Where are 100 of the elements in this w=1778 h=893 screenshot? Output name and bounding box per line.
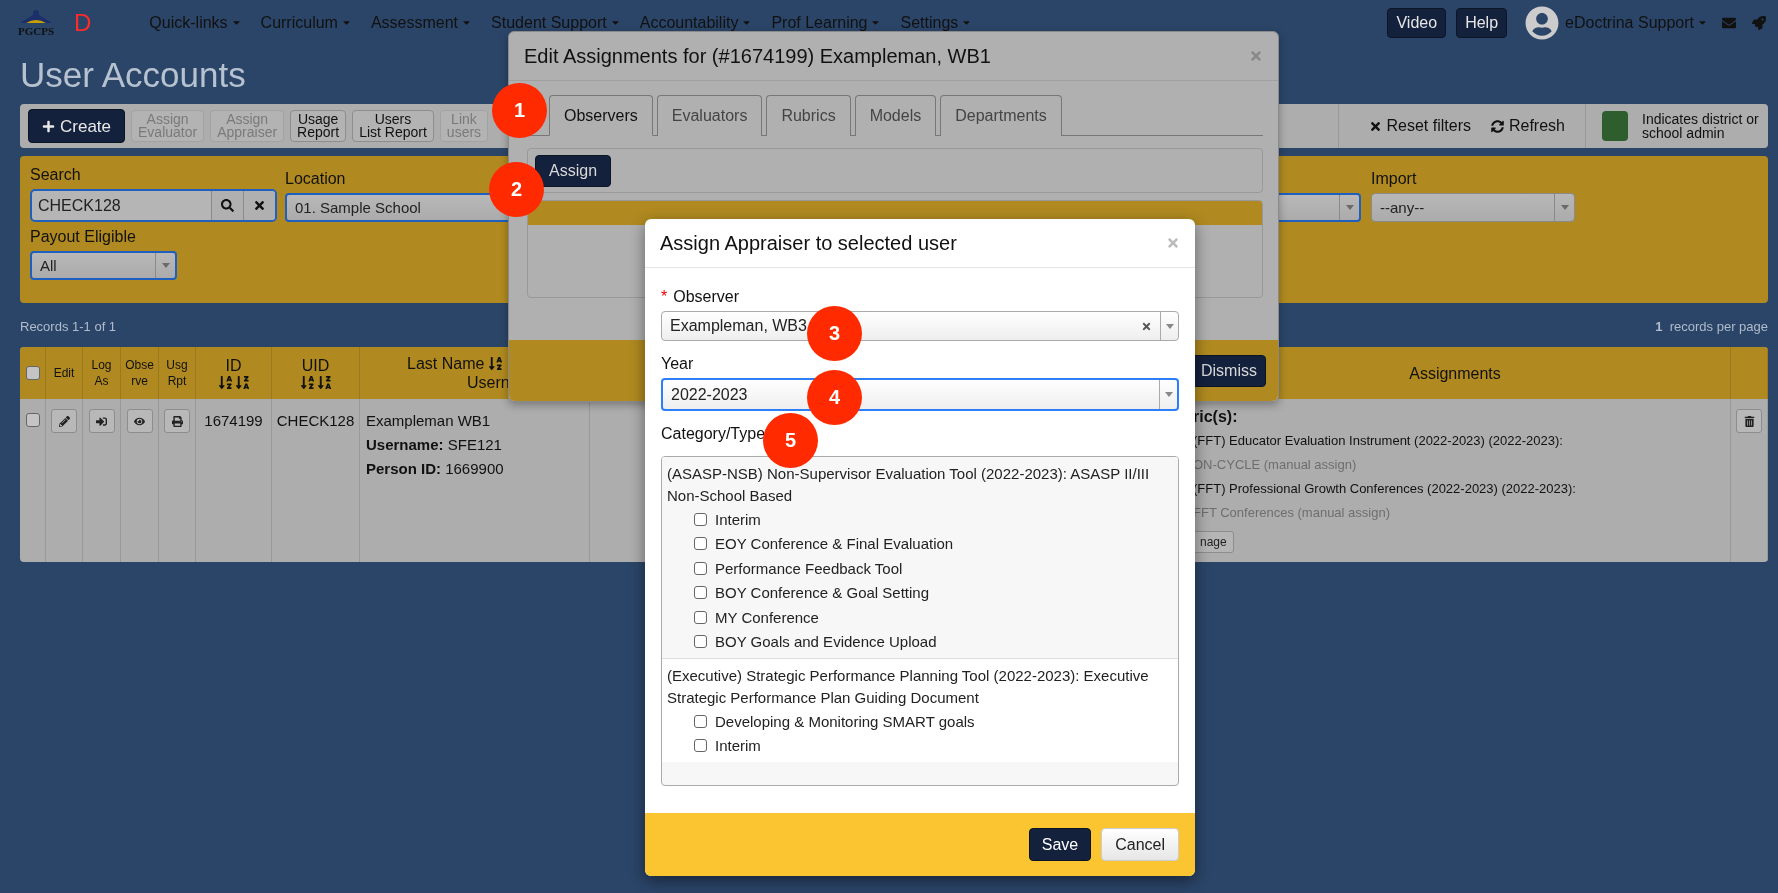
close-icon bbox=[253, 199, 266, 212]
required-mark: * bbox=[661, 288, 668, 306]
eye-button[interactable] bbox=[126, 409, 153, 433]
field-label: Payout Eligible bbox=[30, 228, 136, 246]
dialog-tab[interactable]: Rubrics bbox=[766, 95, 851, 136]
pencil-button[interactable] bbox=[51, 409, 77, 433]
user-name: Exampleman WB1 bbox=[366, 411, 491, 431]
page-title: User Accounts bbox=[20, 55, 246, 95]
table-cell-text: 1674199 bbox=[204, 411, 263, 431]
assign-button[interactable]: Assign bbox=[535, 155, 612, 187]
type-checkbox[interactable] bbox=[694, 537, 707, 551]
type-checkbox[interactable] bbox=[694, 512, 707, 526]
toolbar-button[interactable]: Usage Report bbox=[290, 110, 347, 142]
records-count: Records 1-1 of 1 bbox=[20, 318, 117, 334]
type-checkbox[interactable] bbox=[694, 739, 707, 753]
assignment-heading: ric(s): bbox=[1193, 407, 1238, 427]
select-all-checkbox[interactable] bbox=[25, 366, 40, 380]
dismiss-button[interactable]: Dismiss bbox=[1192, 354, 1266, 387]
delete-button[interactable] bbox=[1736, 409, 1762, 433]
sort-icon[interactable] bbox=[299, 375, 315, 390]
close-icon bbox=[1249, 49, 1263, 63]
sort-icon[interactable] bbox=[488, 356, 504, 371]
printer-icon bbox=[171, 415, 183, 427]
field-label: Observer bbox=[673, 288, 740, 306]
import-select[interactable]: --any-- bbox=[1371, 193, 1575, 222]
type-checkbox[interactable] bbox=[694, 714, 707, 728]
checkbox-label: Interim bbox=[715, 737, 761, 755]
field-label: Year bbox=[661, 355, 694, 373]
search-icon bbox=[221, 199, 234, 212]
dialog-title: Assign Appraiser to selected user bbox=[660, 230, 957, 256]
caret-icon bbox=[1165, 323, 1174, 329]
save-button[interactable]: Save bbox=[1028, 828, 1092, 861]
checkbox-label: BOY Conference & Goal Setting bbox=[715, 584, 929, 602]
records-per-page: 1 records per page bbox=[1655, 318, 1768, 334]
search-input-group[interactable]: CHECK128 bbox=[30, 189, 277, 222]
eye-icon bbox=[134, 415, 145, 427]
refresh-icon bbox=[1490, 119, 1504, 133]
table-cell-text: CHECK128 bbox=[276, 411, 355, 431]
search-button[interactable] bbox=[211, 191, 243, 220]
logo-text: PGCPS bbox=[17, 24, 55, 37]
avatar-icon[interactable] bbox=[1525, 5, 1560, 40]
row-checkbox[interactable] bbox=[25, 413, 40, 427]
column-header[interactable]: Log As bbox=[83, 347, 121, 399]
sign-in-icon bbox=[96, 415, 107, 427]
type-checkbox[interactable] bbox=[694, 561, 707, 575]
caret-icon bbox=[161, 263, 170, 268]
user-detail: Person ID: 1669900 bbox=[366, 459, 504, 479]
checkbox-label: Performance Feedback Tool bbox=[715, 559, 903, 577]
sort-icon[interactable] bbox=[217, 375, 233, 390]
reset-filters-link[interactable]: Reset filters bbox=[1368, 117, 1471, 135]
column-header[interactable]: UID bbox=[272, 347, 360, 399]
refresh-link[interactable]: Refresh bbox=[1490, 117, 1565, 135]
category-title: (Executive) Strategic Performance Planning Tool (2022-2023): Executive Strategic Performance Plan Guiding Document bbox=[667, 666, 1150, 708]
type-checkbox[interactable] bbox=[694, 610, 707, 624]
toolbar-button[interactable]: Create bbox=[28, 109, 126, 143]
dialog-title: Edit Assignments for (#1674199) Exampleman, WB1 bbox=[524, 43, 991, 69]
clear-icon[interactable] bbox=[1141, 320, 1152, 332]
plus-icon bbox=[42, 119, 55, 133]
video-button[interactable]: Video bbox=[1387, 7, 1447, 38]
close-icon bbox=[1368, 119, 1382, 133]
column-header[interactable]: Usg Rpt bbox=[159, 347, 196, 399]
field-label: Category/Type bbox=[661, 425, 766, 443]
cancel-button[interactable]: Cancel bbox=[1101, 828, 1179, 861]
clear-button[interactable] bbox=[243, 191, 275, 220]
caret-icon bbox=[1560, 205, 1569, 210]
dialog-tab[interactable]: Observers bbox=[549, 95, 653, 136]
admin-legend-swatch bbox=[1602, 111, 1628, 141]
field-label: Import bbox=[1371, 170, 1417, 188]
column-header[interactable]: Edit bbox=[46, 347, 83, 399]
checkbox-label: EOY Conference & Final Evaluation bbox=[715, 535, 954, 553]
payout-select[interactable]: All bbox=[30, 251, 177, 280]
caret-icon bbox=[1345, 205, 1354, 210]
dialog-tab[interactable]: Evaluators bbox=[656, 95, 763, 136]
pencil-icon bbox=[58, 415, 70, 427]
manage-button[interactable]: nage bbox=[1193, 531, 1234, 553]
search-field[interactable]: CHECK128 bbox=[32, 191, 211, 220]
sort-icon[interactable] bbox=[234, 375, 250, 390]
field-label: Location bbox=[285, 170, 346, 188]
column-header[interactable]: Obse rve bbox=[121, 347, 159, 399]
checkbox-label: MY Conference bbox=[715, 608, 819, 626]
column-header bbox=[1731, 347, 1768, 399]
printer-button[interactable] bbox=[164, 409, 190, 433]
checkbox-label: Interim bbox=[715, 510, 761, 528]
trash-icon bbox=[1743, 415, 1755, 427]
type-checkbox[interactable] bbox=[694, 586, 707, 600]
brand-mark: D bbox=[74, 8, 92, 37]
caret-icon bbox=[1164, 392, 1173, 397]
column-header[interactable]: ID bbox=[196, 347, 272, 399]
close-icon bbox=[1166, 236, 1180, 250]
legend-text: Indicates district or school admin bbox=[1642, 112, 1760, 140]
field-label: Search bbox=[30, 166, 81, 184]
type-checkbox[interactable] bbox=[694, 635, 707, 649]
sign-in-button[interactable] bbox=[88, 409, 115, 433]
dialog-tab[interactable]: Departments bbox=[940, 95, 1062, 136]
assignment-note: ON-CYCLE (manual assign) bbox=[1193, 456, 1357, 474]
checkbox-label: Developing & Monitoring SMART goals bbox=[715, 712, 975, 730]
help-button[interactable]: Help bbox=[1456, 7, 1508, 38]
sort-icon[interactable] bbox=[316, 375, 332, 390]
dialog-tab[interactable]: Models bbox=[854, 95, 937, 136]
toolbar-button[interactable]: Users List Report bbox=[352, 110, 434, 142]
